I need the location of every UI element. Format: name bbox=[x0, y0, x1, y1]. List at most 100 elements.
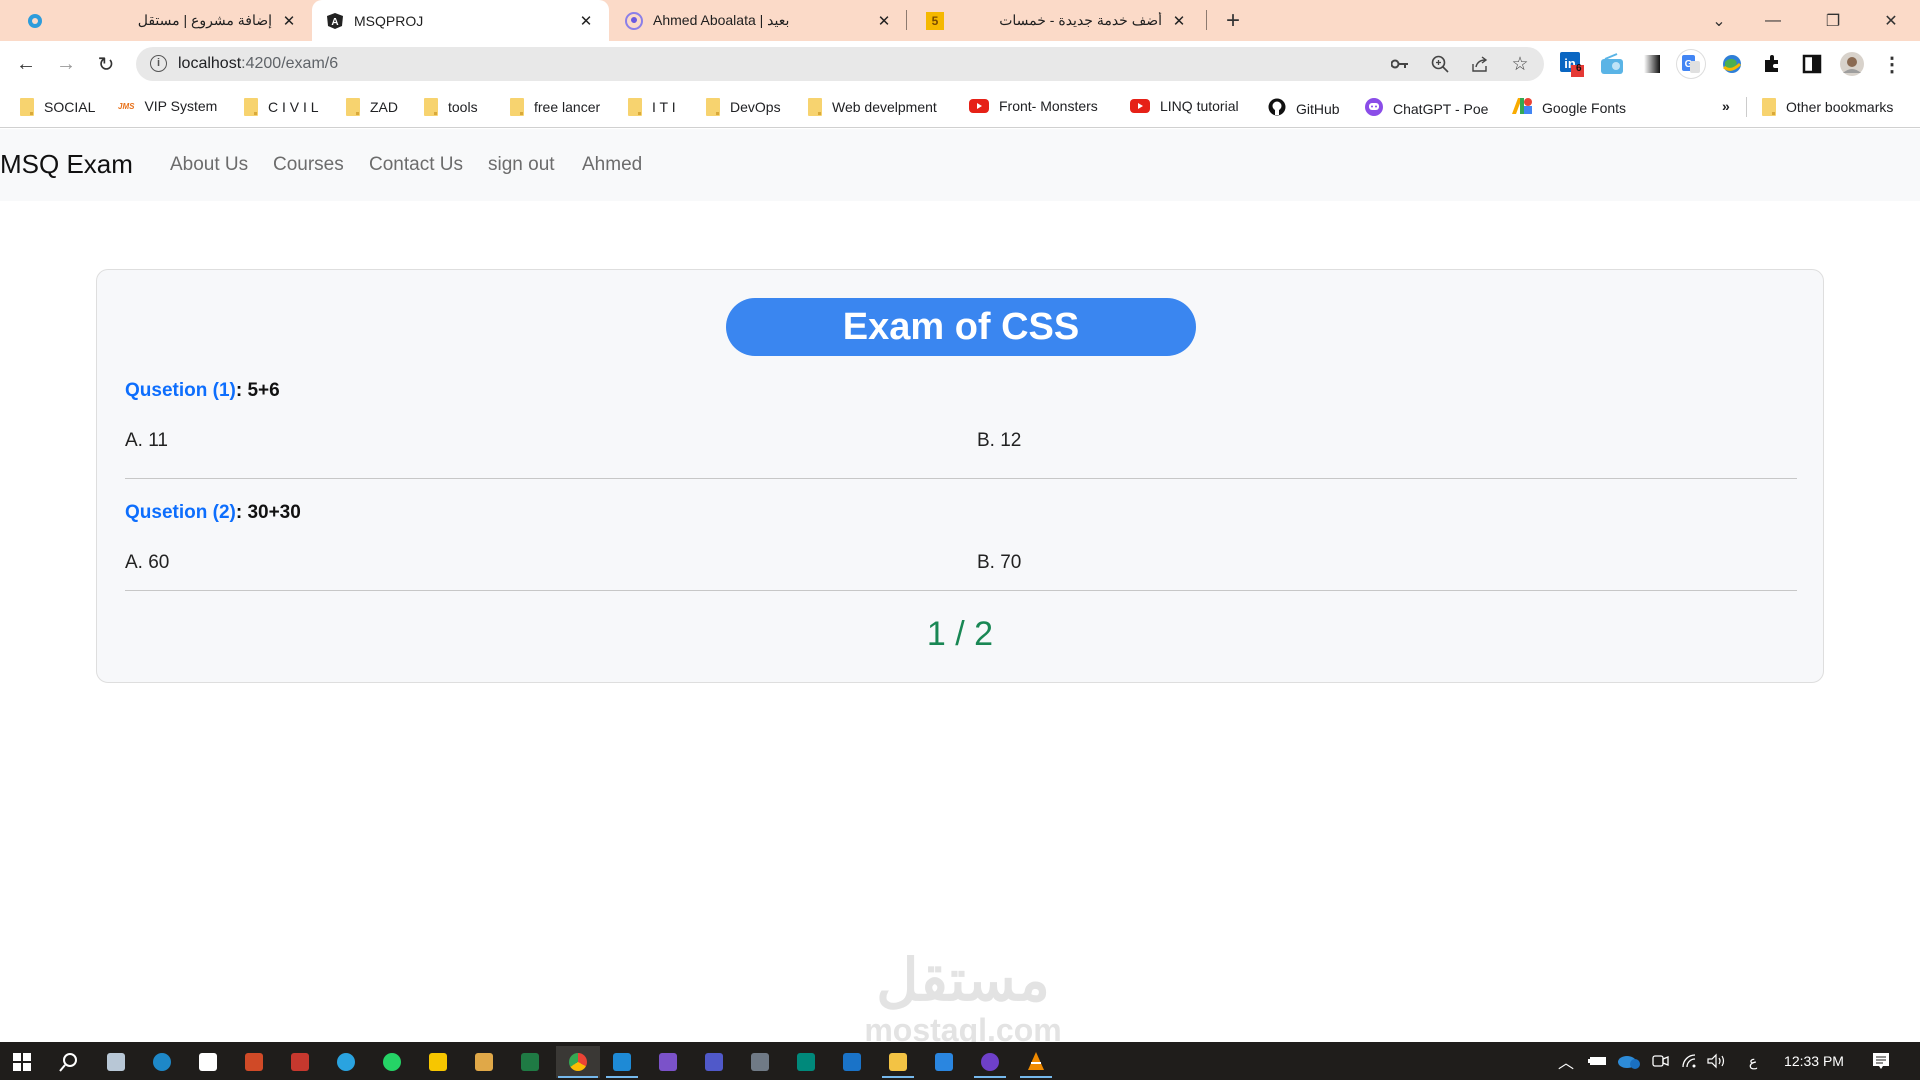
answer-option-a[interactable]: A. 60 bbox=[125, 552, 169, 574]
new-tab-button[interactable]: + bbox=[1210, 0, 1256, 41]
gradient-extension[interactable] bbox=[1638, 50, 1666, 78]
bookmark-linq-tutorial[interactable]: LINQ tutorial bbox=[1130, 98, 1239, 114]
volume-icon[interactable] bbox=[1704, 1042, 1730, 1080]
bookmark-web-development[interactable]: Web develpment bbox=[808, 98, 937, 116]
tab-msqproj[interactable]: A MSQPROJ ✕ bbox=[312, 0, 609, 41]
bookmark-tools[interactable]: tools bbox=[424, 98, 478, 116]
taskbar-edge[interactable] bbox=[142, 1046, 182, 1078]
key-icon[interactable] bbox=[1388, 52, 1412, 76]
taskbar-remote-desktop[interactable] bbox=[924, 1046, 964, 1078]
folder-icon bbox=[889, 1053, 907, 1071]
onedrive-icon[interactable] bbox=[1616, 1042, 1642, 1080]
taskbar-telegram[interactable] bbox=[326, 1046, 366, 1078]
taskbar-vlc[interactable] bbox=[1016, 1046, 1056, 1078]
bookmark-devops[interactable]: DevOps bbox=[706, 98, 781, 116]
close-tab-icon[interactable]: ✕ bbox=[875, 12, 893, 30]
clock[interactable]: 12:33 PM bbox=[1774, 1042, 1854, 1080]
brand-logo[interactable]: MSQ Exam bbox=[0, 149, 133, 180]
forward-button[interactable]: → bbox=[50, 48, 82, 80]
taskbar-google-meet[interactable] bbox=[786, 1046, 826, 1078]
taskbar-file-explorer[interactable] bbox=[878, 1046, 918, 1078]
taskbar-github-desktop[interactable] bbox=[970, 1046, 1010, 1078]
bookmark-social[interactable]: SOCIAL bbox=[20, 98, 95, 116]
answer-option-a[interactable]: A. 11 bbox=[125, 430, 168, 452]
taskbar-vscode[interactable] bbox=[602, 1046, 642, 1078]
bookmark-other-bookmarks[interactable]: Other bookmarks bbox=[1762, 98, 1893, 116]
google-translate-extension[interactable]: G bbox=[1677, 50, 1705, 78]
taskbar-calculator[interactable] bbox=[740, 1046, 780, 1078]
radio-extension[interactable] bbox=[1598, 50, 1626, 78]
input-language[interactable]: ع bbox=[1742, 1042, 1764, 1080]
tab-mostaql[interactable]: إضافة مشروع | مستقل ✕ bbox=[10, 0, 310, 41]
zoom-icon[interactable] bbox=[1428, 52, 1452, 76]
wifi-icon[interactable] bbox=[1678, 1042, 1702, 1080]
bookmark-front-monsters[interactable]: Front- Monsters bbox=[969, 98, 1098, 114]
taskbar-store[interactable] bbox=[188, 1046, 228, 1078]
share-icon[interactable] bbox=[1468, 52, 1492, 76]
mostaql-watermark: مستقل bbox=[876, 948, 1050, 1013]
site-info-icon[interactable]: i bbox=[150, 55, 167, 72]
bookmark-civil[interactable]: C I V I L bbox=[244, 98, 319, 116]
linkedin-extension[interactable]: in 6 bbox=[1558, 50, 1586, 78]
taskbar-search-button[interactable] bbox=[48, 1046, 88, 1078]
taskbar-whatsapp[interactable] bbox=[372, 1046, 412, 1078]
bookmark-free-lancer[interactable]: free lancer bbox=[510, 98, 600, 116]
reload-icon: ↻ bbox=[97, 53, 115, 76]
bookmark-github[interactable]: GitHub bbox=[1268, 98, 1340, 119]
taskbar-snipping-tool[interactable] bbox=[464, 1046, 504, 1078]
close-tab-icon[interactable]: ✕ bbox=[1170, 12, 1188, 30]
tab-separator bbox=[1206, 10, 1207, 30]
menu-kebab-icon[interactable]: ⋮ bbox=[1878, 50, 1906, 78]
taskbar-powerpoint[interactable] bbox=[234, 1046, 274, 1078]
folder-icon bbox=[808, 98, 822, 116]
bookmark-iti[interactable]: I T I bbox=[628, 98, 676, 116]
bookmark-vip-system[interactable]: JMS VIP System bbox=[118, 98, 217, 114]
nav-about-us[interactable]: About Us bbox=[170, 154, 248, 176]
github-desktop-icon bbox=[981, 1053, 999, 1071]
nav-user-ahmed[interactable]: Ahmed bbox=[582, 154, 642, 176]
restore-button[interactable]: ❐ bbox=[1810, 0, 1856, 41]
start-button[interactable] bbox=[2, 1046, 42, 1078]
teams-icon bbox=[705, 1053, 723, 1071]
pdf-reader-icon bbox=[291, 1053, 309, 1071]
show-hidden-icons[interactable]: ︿ bbox=[1554, 1042, 1578, 1080]
extensions-puzzle-icon[interactable] bbox=[1758, 50, 1786, 78]
bookmark-star-icon[interactable]: ☆ bbox=[1508, 52, 1532, 76]
nav-contact-us[interactable]: Contact Us bbox=[369, 154, 463, 176]
url-text[interactable]: localhost:4200/exam/6 bbox=[178, 55, 338, 73]
answer-option-b[interactable]: B. 70 bbox=[977, 552, 1021, 574]
nav-sign-out[interactable]: sign out bbox=[488, 154, 555, 176]
taskbar-visual-studio[interactable] bbox=[648, 1046, 688, 1078]
taskbar-chrome[interactable] bbox=[556, 1046, 600, 1078]
tab-search-button[interactable]: ⌄ bbox=[1696, 0, 1742, 41]
back-button[interactable]: ← bbox=[10, 48, 42, 80]
taskbar-excel[interactable] bbox=[510, 1046, 550, 1078]
chrome-icon bbox=[569, 1053, 587, 1071]
nav-courses[interactable]: Courses bbox=[273, 154, 344, 176]
reload-button[interactable]: ↻ bbox=[90, 48, 122, 80]
side-panel-icon[interactable] bbox=[1798, 50, 1826, 78]
tab-baeed[interactable]: Ahmed Aboalata | بعيد ✕ bbox=[611, 0, 907, 41]
taskbar-presentation[interactable] bbox=[96, 1046, 136, 1078]
taskbar-sticky-notes[interactable] bbox=[418, 1046, 458, 1078]
taskbar-teams[interactable] bbox=[694, 1046, 734, 1078]
close-tab-icon[interactable]: ✕ bbox=[577, 12, 595, 30]
bookmark-google-fonts[interactable]: Google Fonts bbox=[1512, 98, 1626, 117]
bookmark-zad[interactable]: ZAD bbox=[346, 98, 398, 116]
close-tab-icon[interactable]: ✕ bbox=[280, 12, 298, 30]
action-center-button[interactable] bbox=[1866, 1042, 1896, 1080]
taskbar-outlook[interactable] bbox=[832, 1046, 872, 1078]
answer-option-b[interactable]: B. 12 bbox=[977, 430, 1021, 452]
close-window-button[interactable]: ✕ bbox=[1868, 0, 1914, 41]
folder-icon bbox=[628, 98, 642, 116]
tab-khamsat[interactable]: 5 أضف خدمة جديدة - خمسات ✕ bbox=[912, 0, 1202, 41]
address-bar[interactable]: i localhost:4200/exam/6 ☆ bbox=[136, 47, 1544, 81]
battery-icon[interactable] bbox=[1586, 1042, 1610, 1080]
bookmarks-overflow-button[interactable]: » bbox=[1722, 98, 1730, 114]
bookmark-chatgpt-poe[interactable]: ChatGPT - Poe bbox=[1365, 98, 1488, 119]
globe-extension[interactable] bbox=[1718, 50, 1746, 78]
taskbar-pdf-reader[interactable] bbox=[280, 1046, 320, 1078]
profile-avatar[interactable] bbox=[1838, 50, 1866, 78]
minimize-button[interactable]: — bbox=[1750, 0, 1796, 41]
camera-icon[interactable] bbox=[1648, 1042, 1672, 1080]
